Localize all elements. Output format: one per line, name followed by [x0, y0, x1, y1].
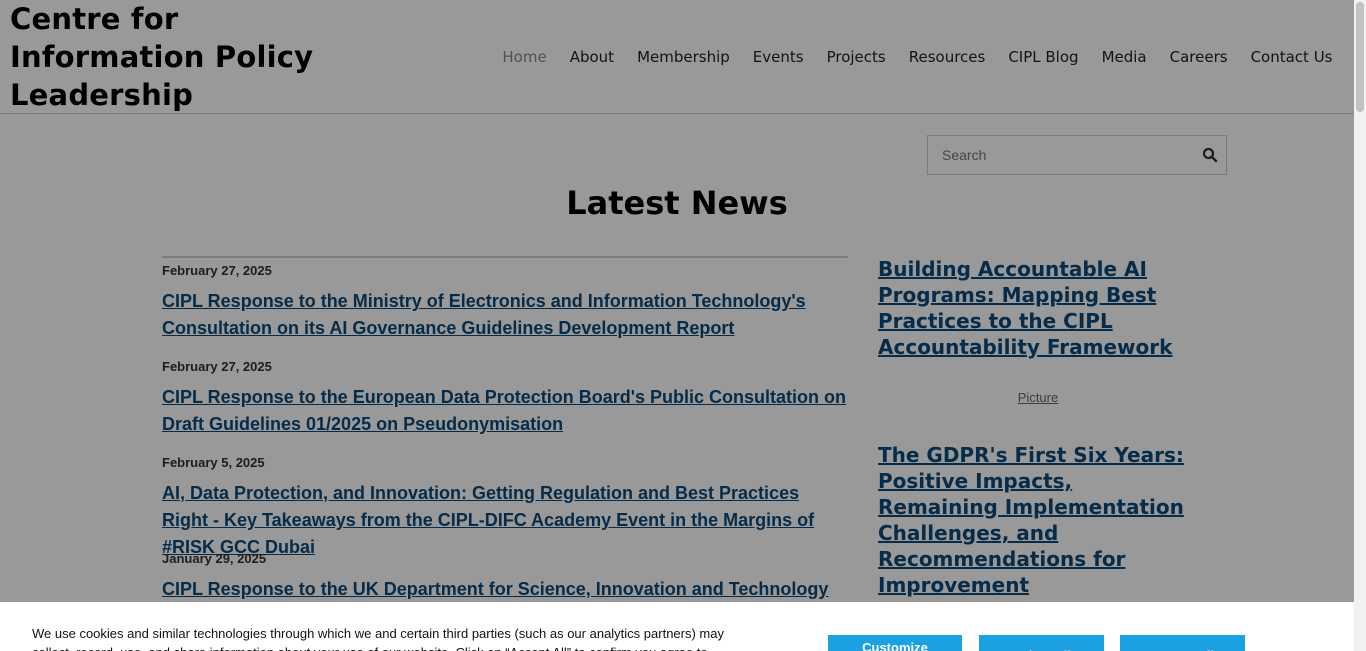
scrollbar-thumb[interactable] [1356, 2, 1364, 112]
reject-all-button[interactable]: Reject All [979, 635, 1104, 651]
cookie-text: We use cookies and similar technologies … [32, 626, 724, 651]
cookie-banner: We use cookies and similar technologies … [0, 602, 1354, 651]
customize-cookies-button[interactable]: Customize Cookies [828, 635, 962, 651]
page-scrollbar[interactable] [1354, 0, 1366, 651]
modal-overlay [0, 0, 1354, 651]
page: Centre for Information Policy Leadership… [0, 0, 1366, 651]
accept-all-button[interactable]: Accept All [1120, 635, 1245, 651]
